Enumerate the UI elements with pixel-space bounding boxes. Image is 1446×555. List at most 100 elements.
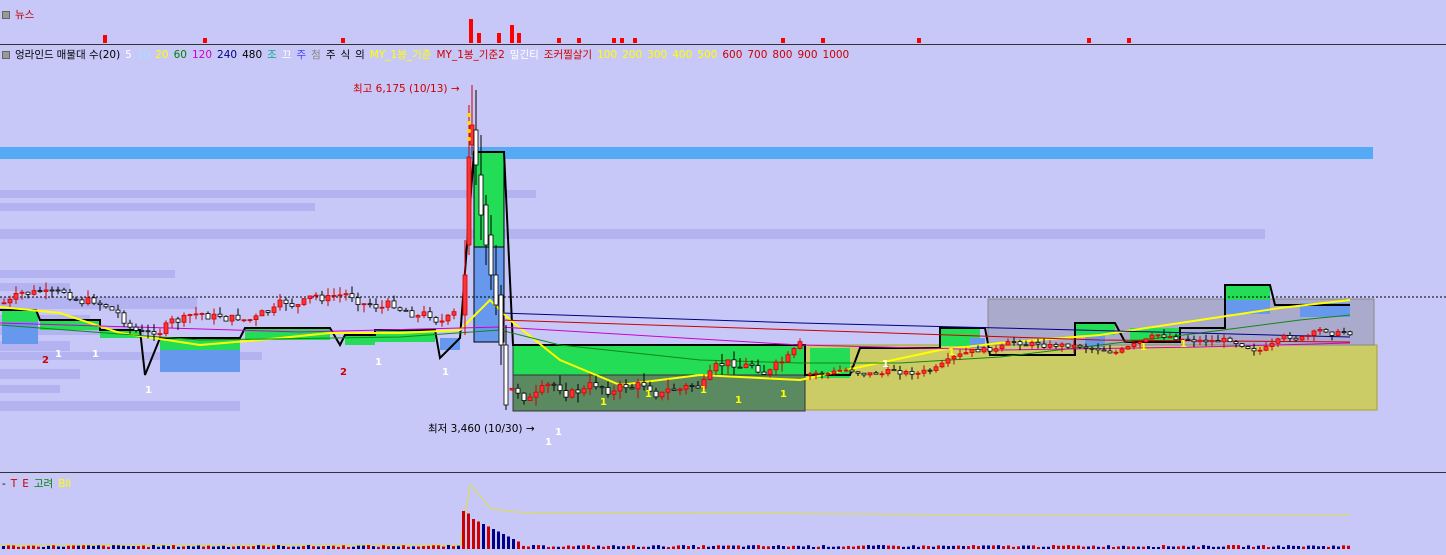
legend-item[interactable]: 주 xyxy=(296,49,306,61)
volume-bar xyxy=(402,545,405,549)
signal-marker: 1 xyxy=(442,367,449,378)
candle-body xyxy=(37,290,43,293)
volume-bar xyxy=(492,529,495,549)
volume-bar xyxy=(1132,546,1135,549)
legend-item[interactable]: 10 xyxy=(137,49,150,61)
volume-bar xyxy=(1252,546,1255,549)
news-bar xyxy=(510,25,514,43)
legend-item[interactable]: 900 xyxy=(797,49,817,61)
candle-body xyxy=(55,289,61,292)
volume-bar xyxy=(1247,545,1250,549)
candle-body xyxy=(945,358,951,364)
candle-body xyxy=(1293,337,1299,341)
volume-legend-item[interactable]: E xyxy=(22,478,29,490)
legend-item[interactable]: 조커찔살기 xyxy=(544,49,592,61)
legend-toggle-icon[interactable] xyxy=(2,51,10,59)
volume-bar xyxy=(452,546,455,549)
volume-bar xyxy=(1297,546,1300,549)
volume-bar xyxy=(1257,545,1260,549)
volume-bar xyxy=(677,545,680,549)
candle-body xyxy=(623,384,629,389)
volume-legend-item[interactable]: Bll xyxy=(58,478,71,490)
candle-body xyxy=(343,293,349,296)
volume-bar xyxy=(202,546,205,549)
legend-item[interactable]: 100 xyxy=(597,49,617,61)
volume-bar xyxy=(1047,546,1050,549)
candle-body xyxy=(91,297,97,304)
volume-bar xyxy=(1127,546,1130,549)
volume-bar xyxy=(347,546,350,549)
volume-bar xyxy=(982,545,985,549)
legend-item[interactable]: 120 xyxy=(192,49,212,61)
volume-bar xyxy=(1347,545,1350,549)
volume-bar xyxy=(247,546,250,549)
volume-bar xyxy=(302,545,305,549)
volume-bar xyxy=(952,545,955,549)
signal-marker: 2 xyxy=(340,367,347,378)
legend-item[interactable]: MY_1봉_기준 xyxy=(370,49,432,61)
candle-body xyxy=(1197,339,1203,343)
volume-legend-item[interactable]: - xyxy=(2,478,6,490)
legend-item[interactable]: 200 xyxy=(622,49,642,61)
signal-marker: 1 xyxy=(780,389,787,400)
legend-item[interactable]: 60 xyxy=(174,49,187,61)
volume-bar xyxy=(812,546,815,549)
volume-bar xyxy=(922,545,925,549)
volume-bar xyxy=(587,545,590,549)
volume-bar xyxy=(897,546,900,549)
volume-bar xyxy=(507,536,510,549)
candle-body xyxy=(719,363,725,367)
legend-item[interactable]: 끄 xyxy=(282,49,292,61)
cloud-segment xyxy=(345,335,375,345)
legend-item[interactable]: 300 xyxy=(647,49,667,61)
legend-item[interactable]: 500 xyxy=(697,49,717,61)
legend-item[interactable]: 480 xyxy=(242,49,262,61)
signal-marker: 1 xyxy=(55,349,62,360)
legend-item[interactable]: MY_1봉_기준2 xyxy=(436,49,504,61)
candle-body xyxy=(509,387,515,391)
legend-item[interactable]: 800 xyxy=(772,49,792,61)
legend-item[interactable]: 5 xyxy=(125,49,132,61)
candle-body xyxy=(181,314,187,323)
signal-marker: 1 xyxy=(545,437,552,448)
candle-body xyxy=(581,388,587,394)
legend-item[interactable]: 400 xyxy=(672,49,692,61)
legend-item[interactable]: 20 xyxy=(155,49,168,61)
candle-body xyxy=(1329,331,1335,336)
legend-item[interactable]: 식 xyxy=(340,49,350,61)
legend-item[interactable]: 첨 xyxy=(311,49,321,61)
legend-item[interactable]: 의 xyxy=(355,49,365,61)
volume-bar xyxy=(957,545,960,549)
candle-body xyxy=(13,292,19,300)
candle-body xyxy=(61,289,67,293)
volume-bar xyxy=(47,545,50,549)
legend-item[interactable]: 조 xyxy=(267,49,277,61)
volume-bar xyxy=(642,546,645,549)
candle-body xyxy=(283,299,289,304)
volume-bar xyxy=(817,546,820,549)
volume-bar xyxy=(72,545,75,549)
volume-bar xyxy=(667,546,670,549)
legend-item[interactable]: 주 xyxy=(326,49,336,61)
candle-body xyxy=(325,295,331,302)
candle-body xyxy=(277,299,283,308)
news-bar xyxy=(821,38,825,43)
legend-item[interactable]: 밀긴티 xyxy=(510,49,539,61)
legend-item[interactable]: 240 xyxy=(217,49,237,61)
candle-body xyxy=(1209,340,1215,343)
volume-legend-item[interactable]: T xyxy=(11,478,17,490)
cloud-segment xyxy=(2,310,38,322)
signal-marker: 1 xyxy=(735,395,742,406)
legend-item[interactable]: 600 xyxy=(722,49,742,61)
volume-legend-item[interactable]: 고려 xyxy=(34,478,53,490)
legend-item[interactable]: 1000 xyxy=(823,49,850,61)
volume-bar xyxy=(1242,546,1245,549)
volume-bar xyxy=(1342,545,1345,549)
volume-bar xyxy=(102,545,105,549)
legend-item[interactable]: 700 xyxy=(747,49,767,61)
legend-item[interactable]: 매물대 수(20) xyxy=(57,49,121,61)
candle-body xyxy=(885,369,891,375)
volume-bar xyxy=(537,545,540,549)
volume-bar xyxy=(132,546,135,549)
candle-body xyxy=(1281,335,1287,340)
